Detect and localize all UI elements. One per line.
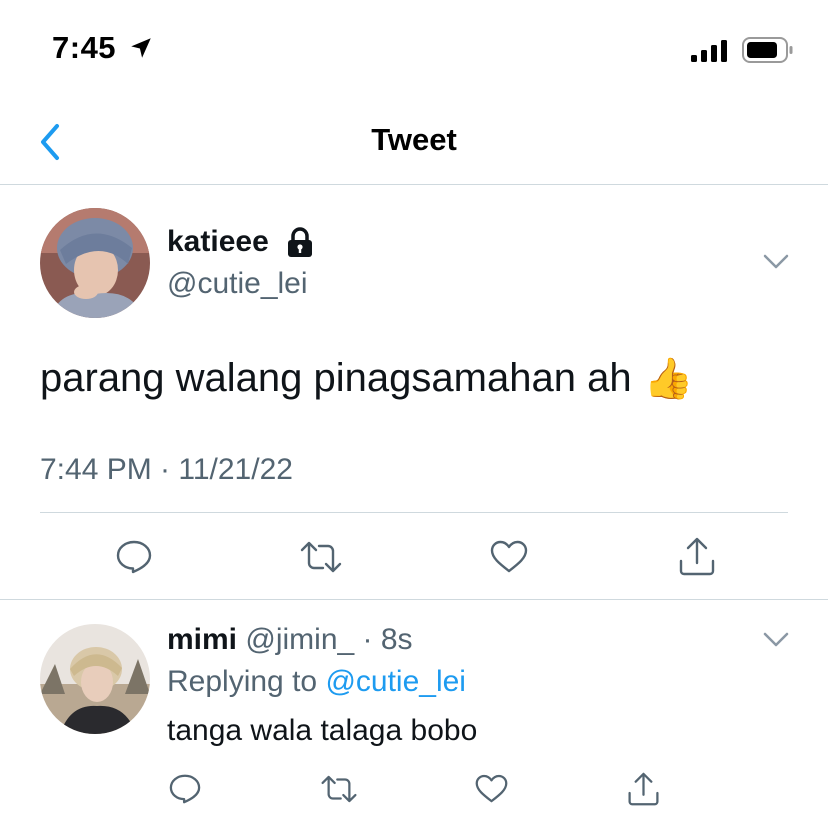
nav-bar: Tweet (0, 100, 828, 185)
signal-icon (691, 40, 727, 62)
reply-button[interactable] (166, 771, 204, 807)
reply-button[interactable] (112, 535, 156, 579)
like-button[interactable] (472, 771, 510, 807)
reply-header: mimi @jimin_ · 8s (167, 623, 413, 657)
avatar[interactable] (40, 208, 150, 318)
lock-icon (288, 227, 312, 257)
reply-text: tanga wala talaga bobo (167, 714, 478, 747)
share-button[interactable] (675, 535, 719, 579)
replying-to: Replying to @cutie_lei (167, 665, 466, 699)
avatar[interactable] (40, 624, 150, 734)
tweet-text: parang walang pinagsamahan ah 👍 (40, 355, 693, 402)
status-bar: 7:45 (0, 0, 828, 100)
share-icon (679, 537, 715, 576)
chevron-down-icon[interactable] (762, 631, 790, 649)
reply-actions (0, 771, 828, 807)
main-tweet: katieee @cutie_lei parang walang pinagsa… (0, 185, 828, 600)
chevron-down-icon[interactable] (762, 253, 790, 271)
reply-icon (169, 774, 201, 804)
heart-icon (490, 540, 528, 573)
status-time: 7:45 (52, 30, 117, 65)
reply-icon (116, 540, 152, 574)
reply-tweet[interactable]: mimi @jimin_ · 8s Replying to @cutie_lei… (0, 601, 828, 818)
battery-icon (742, 37, 793, 63)
retweet-button[interactable] (318, 771, 360, 807)
divider (40, 512, 788, 513)
reply-time: 8s (380, 623, 413, 656)
tweet-body: parang walang pinagsamahan ah (40, 356, 632, 400)
tweet-timestamp[interactable]: 7:44 PM · 11/21/22 (40, 453, 293, 487)
page-title: Tweet (371, 122, 457, 157)
location-arrow-icon (131, 38, 151, 58)
like-button[interactable] (487, 535, 531, 579)
retweet-button[interactable] (297, 535, 345, 579)
heart-icon (475, 774, 507, 803)
share-icon (627, 772, 659, 805)
thumbs-up-emoji: 👍 (643, 357, 694, 401)
replying-label: Replying to (167, 665, 318, 698)
retweet-icon (321, 775, 357, 803)
retweet-icon (300, 541, 342, 573)
tweet-actions (0, 535, 828, 579)
reply-separator: · (362, 623, 373, 656)
replying-mention-link[interactable]: @cutie_lei (325, 665, 466, 698)
reply-author-handle[interactable]: @jimin_ (245, 623, 354, 656)
author-name[interactable]: katieee (167, 225, 269, 259)
author-handle[interactable]: @cutie_lei (167, 267, 308, 301)
share-button[interactable] (624, 771, 662, 807)
reply-author-name[interactable]: mimi (167, 623, 237, 656)
